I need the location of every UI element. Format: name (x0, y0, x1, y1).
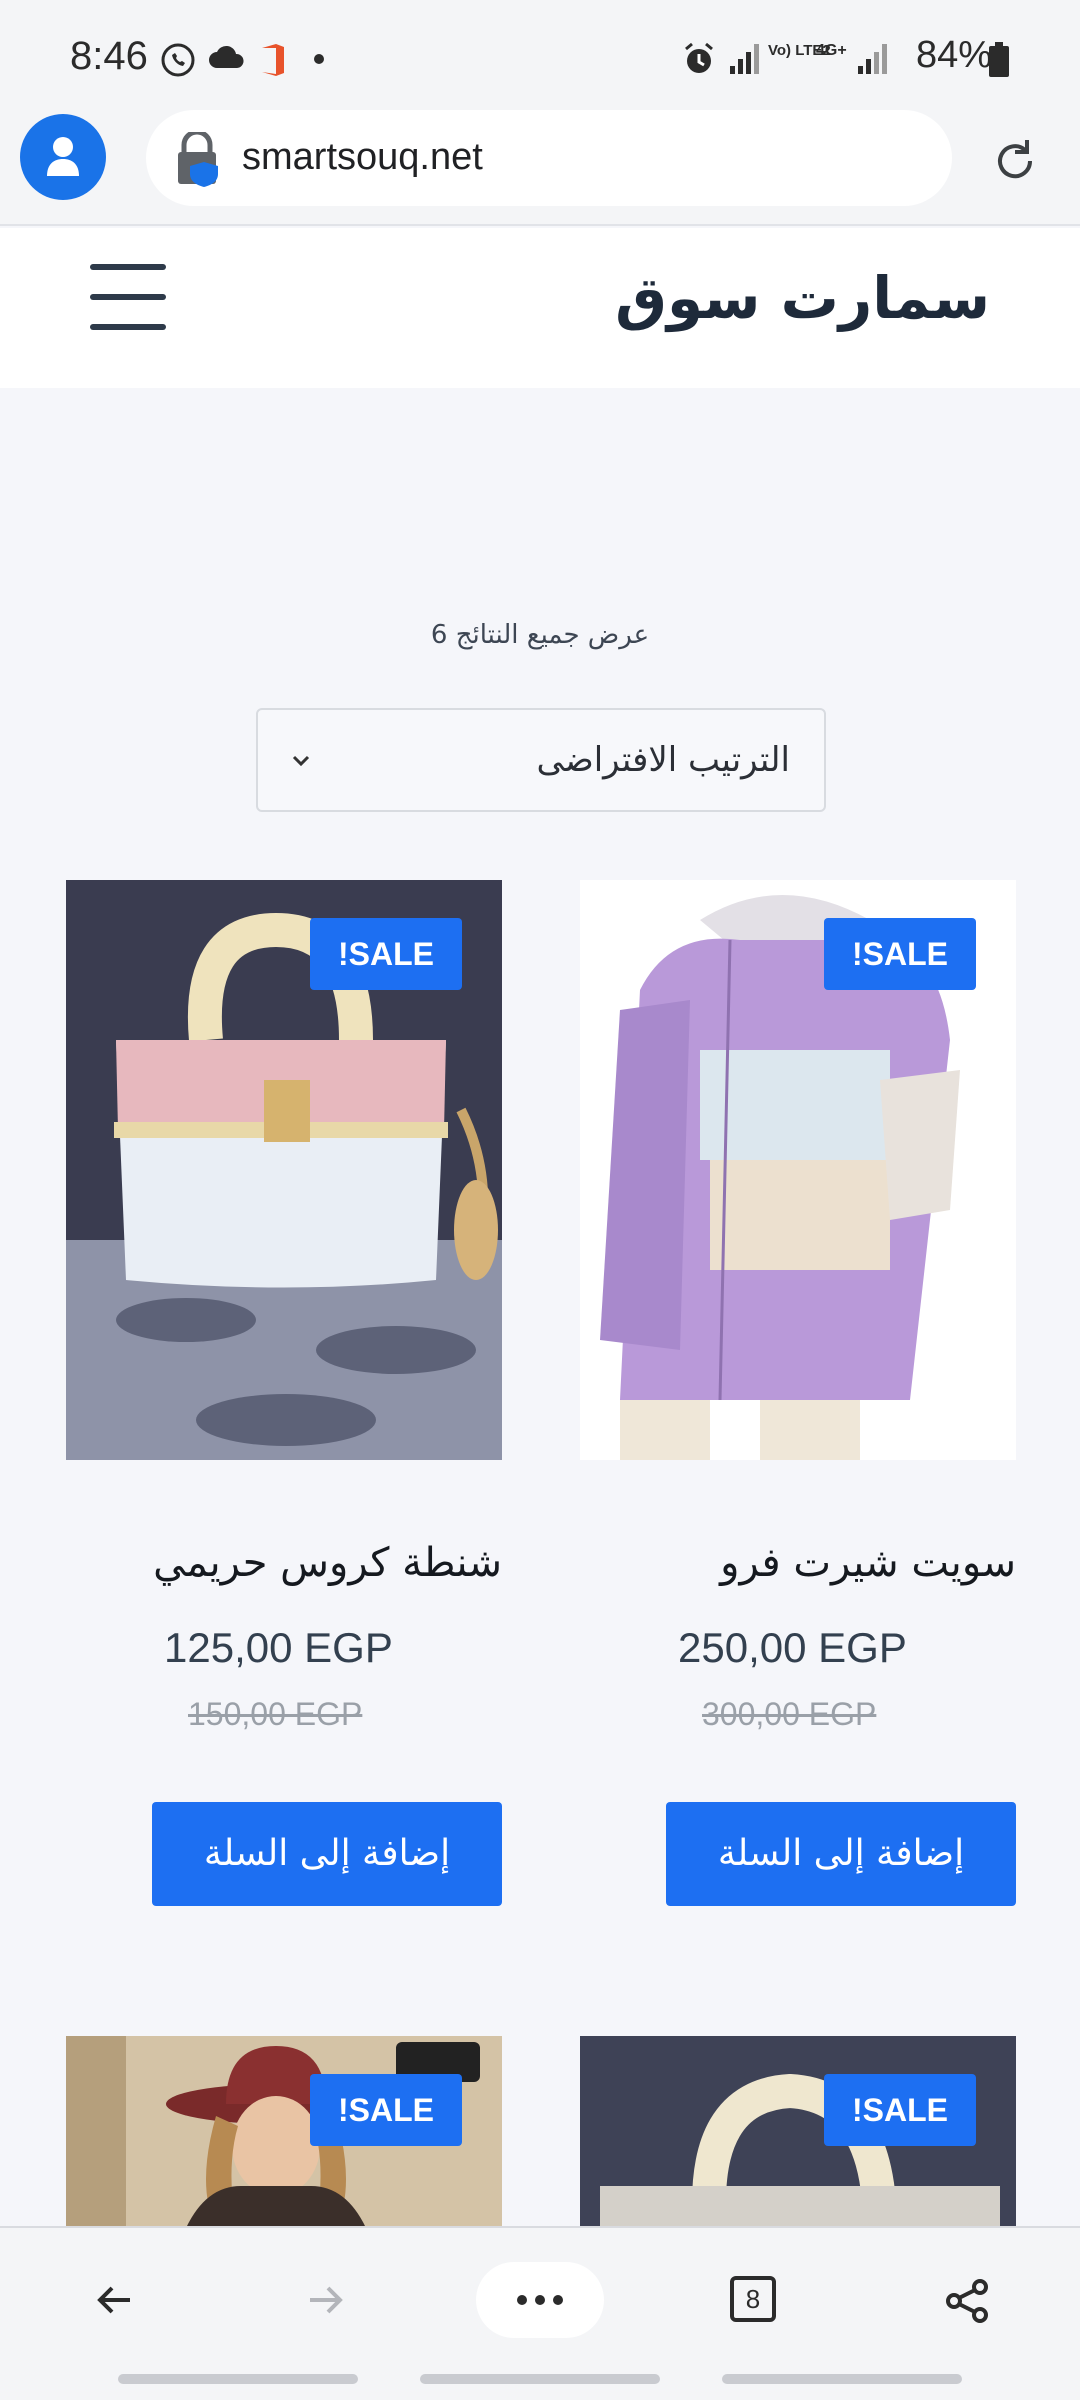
network-type-label: 4G+ (816, 42, 847, 59)
signal-icon (730, 44, 759, 74)
product-price: 250,00 EGP (678, 1624, 907, 1671)
url-text: smartsouq.net (242, 136, 483, 178)
whatsapp-icon (161, 43, 195, 77)
add-to-cart-button[interactable]: إضافة إلى السلة (152, 1802, 502, 1906)
battery-icon (989, 42, 1009, 77)
cloud-icon (209, 45, 244, 68)
results-count: عرض جميع النتائج 6 (430, 620, 650, 650)
secure-lock-icon (178, 132, 218, 187)
product-image[interactable]: !SALE (580, 2036, 1016, 2228)
browser-toolbar: smartsouq.net (0, 110, 1080, 226)
product-old-price: 300,00 EGP (702, 1696, 877, 1732)
notification-dot (314, 54, 324, 64)
gesture-pill (420, 2374, 660, 2384)
status-bar: 8:46 Vo) LTE2 4G+ 84% (0, 0, 1080, 112)
more-dots-icon (517, 2295, 563, 2305)
gesture-bar (0, 2368, 1080, 2400)
site-header: سمارت سوق (0, 228, 1080, 388)
hamburger-menu-button[interactable] (90, 264, 166, 330)
menu-line-icon (90, 324, 166, 330)
office-icon (262, 44, 284, 76)
battery-percentage: 84% (915, 34, 992, 76)
back-arrow-icon[interactable] (92, 2278, 136, 2322)
menu-line-icon (90, 264, 166, 270)
gesture-pill (118, 2374, 358, 2384)
menu-line-icon (90, 294, 166, 300)
forward-arrow-icon[interactable] (304, 2278, 348, 2322)
address-bar[interactable]: smartsouq.net (146, 110, 952, 206)
product-old-price: 150,00 EGP (188, 1696, 363, 1732)
more-options-button[interactable] (476, 2262, 604, 2338)
add-to-cart-button[interactable]: إضافة إلى السلة (666, 1802, 1016, 1906)
sale-badge: !SALE (824, 918, 976, 990)
tabs-button[interactable]: 8 (730, 2276, 776, 2322)
status-time: 8:46 (70, 34, 148, 78)
gesture-pill (722, 2374, 962, 2384)
sale-badge: !SALE (824, 2074, 976, 2146)
chevron-down-icon (292, 755, 310, 767)
share-icon[interactable] (944, 2278, 990, 2324)
alarm-icon (685, 42, 713, 73)
product-image[interactable]: !SALE (66, 880, 502, 1460)
product-name[interactable]: شنطة كروس حريمي (153, 1540, 502, 1586)
sale-badge: !SALE (310, 2074, 462, 2146)
signal-icon-2 (858, 44, 887, 74)
product-name[interactable]: سويت شيرت فرو (720, 1540, 1016, 1586)
product-price: 125,00 EGP (164, 1624, 393, 1671)
sort-select[interactable]: الترتيب الافتراضى (256, 708, 826, 812)
profile-avatar[interactable] (20, 114, 106, 200)
sort-selected-value: الترتيب الافتراضى (536, 740, 790, 780)
person-icon (47, 137, 79, 176)
product-image[interactable]: !SALE (66, 2036, 502, 2228)
site-title[interactable]: سمارت سوق (615, 264, 990, 332)
sale-badge: !SALE (310, 918, 462, 990)
reload-icon[interactable] (990, 136, 1040, 186)
product-image[interactable]: !SALE (580, 880, 1016, 1460)
